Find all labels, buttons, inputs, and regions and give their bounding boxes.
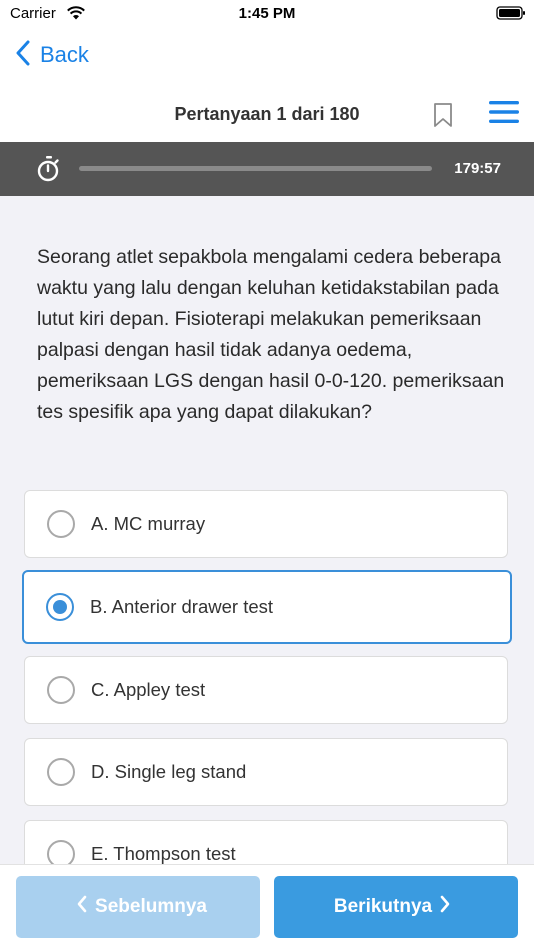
option-label: D. Single leg stand <box>91 761 247 782</box>
next-button[interactable]: Berikutnya <box>274 876 518 938</box>
radio-icon <box>46 593 74 621</box>
status-bar: Carrier 1:45 PM <box>0 0 534 30</box>
status-time: 1:45 PM <box>238 5 296 22</box>
radio-selected-dot <box>53 600 67 614</box>
chevron-right-icon <box>432 895 458 919</box>
option-c[interactable]: C. Appley test <box>24 656 508 724</box>
timer-bar: 179:57 <box>0 142 534 196</box>
previous-button[interactable]: Sebelumnya <box>16 876 260 938</box>
bookmark-icon <box>433 103 453 132</box>
option-a[interactable]: A. MC murray <box>24 490 508 558</box>
navigation-bar: Back Pertanyaan 1 dari 180 <box>0 30 534 142</box>
radio-icon <box>47 676 75 704</box>
timer-progress-track <box>79 166 432 171</box>
option-label: B. Anterior drawer test <box>90 596 274 617</box>
option-b[interactable]: B. Anterior drawer test <box>22 570 512 644</box>
back-button[interactable]: Back <box>16 40 89 70</box>
back-chevron-icon <box>16 40 30 71</box>
option-label: A. MC murray <box>91 513 206 534</box>
menu-icon <box>489 101 519 128</box>
chevron-left-icon <box>69 895 95 919</box>
radio-icon <box>47 510 75 538</box>
option-d[interactable]: D. Single leg stand <box>24 738 508 806</box>
stopwatch-icon <box>37 156 61 187</box>
battery-icon <box>496 5 526 26</box>
question-text: Seorang atlet sepakbola mengalami cedera… <box>37 246 505 423</box>
previous-label: Sebelumnya <box>95 896 207 917</box>
bookmark-button[interactable] <box>433 102 453 133</box>
page-title: Pertanyaan 1 dari 180 <box>174 104 360 124</box>
radio-icon <box>47 758 75 786</box>
back-label: Back <box>40 42 89 67</box>
bottom-navigation: Sebelumnya Berikutnya <box>0 864 534 951</box>
menu-button[interactable] <box>489 100 519 129</box>
next-label: Berikutnya <box>333 896 433 917</box>
timer-remaining: 179:57 <box>454 160 501 177</box>
option-label: E. Thompson test <box>91 843 236 864</box>
option-label: C. Appley test <box>91 679 206 700</box>
